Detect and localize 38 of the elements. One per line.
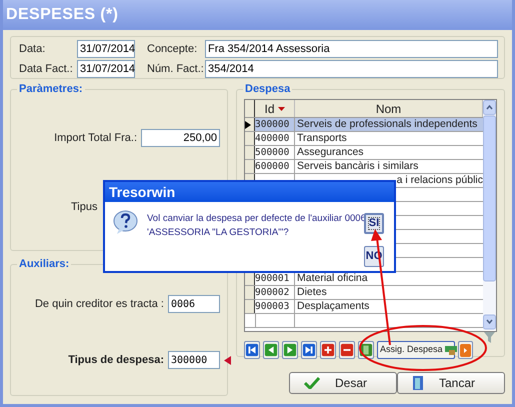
field-label: Concepte: [146, 42, 198, 57]
table-cell: 900003 [255, 300, 295, 313]
table-cell-text: Dietes [296, 286, 328, 299]
field-label: Núm. Fact.: [146, 62, 205, 77]
table-cell: 500000 [255, 146, 295, 159]
table-cell-text: Assegurances [296, 146, 365, 159]
close-button[interactable]: Tancar [397, 372, 505, 394]
table-cell: 400000 [255, 132, 295, 145]
text-field[interactable]: 31/07/2014 [77, 40, 135, 58]
table-cell: 600000 [255, 160, 295, 173]
field-label: De quin creditor es tracta : [34, 296, 164, 312]
field-label: Data Fact.: [19, 62, 74, 77]
field-label: Import Total Fra.: [54, 130, 137, 146]
window-title: DESPESES (*) [6, 5, 118, 25]
text-field[interactable]: 31/07/2014 [77, 60, 135, 78]
table-cell: Serveis de professionals independents [295, 118, 483, 131]
text-field[interactable]: 354/2014 [205, 60, 498, 78]
column-header[interactable]: Id [255, 100, 295, 117]
table-cell: 300000 [255, 118, 295, 131]
field-label: Data: [19, 42, 46, 57]
save-button[interactable]: Desar [289, 372, 397, 394]
creditor-field[interactable]: 0006 [168, 295, 220, 313]
table-cell: 900002 [255, 286, 295, 299]
table-cell-text: Material oficina [296, 272, 369, 285]
table-cell-text: a i relacions públic [396, 174, 483, 187]
dialog-message: 'ASSESSORIA "LA GESTORIA"'? [147, 226, 290, 240]
field-label: Tipus de despesa: [68, 352, 164, 368]
assign-expense-button[interactable]: Assig. Despesa [377, 341, 455, 359]
yes-button[interactable]: SI [364, 213, 384, 234]
amount-field[interactable]: 250,00 [141, 129, 220, 147]
expense-type-field[interactable]: 300000 [168, 351, 220, 369]
dialog-title: Tresorwin [109, 182, 176, 202]
table-cell-text: Serveis bancàris i similars [296, 160, 420, 173]
table-cell-text: Desplaçaments [296, 300, 370, 313]
table-cell-text: Transports [296, 132, 348, 145]
field-label: Tipus [71, 201, 98, 213]
text-field[interactable]: Fra 354/2014 Assessoria [205, 40, 498, 58]
group-title: Despesa [243, 82, 292, 96]
